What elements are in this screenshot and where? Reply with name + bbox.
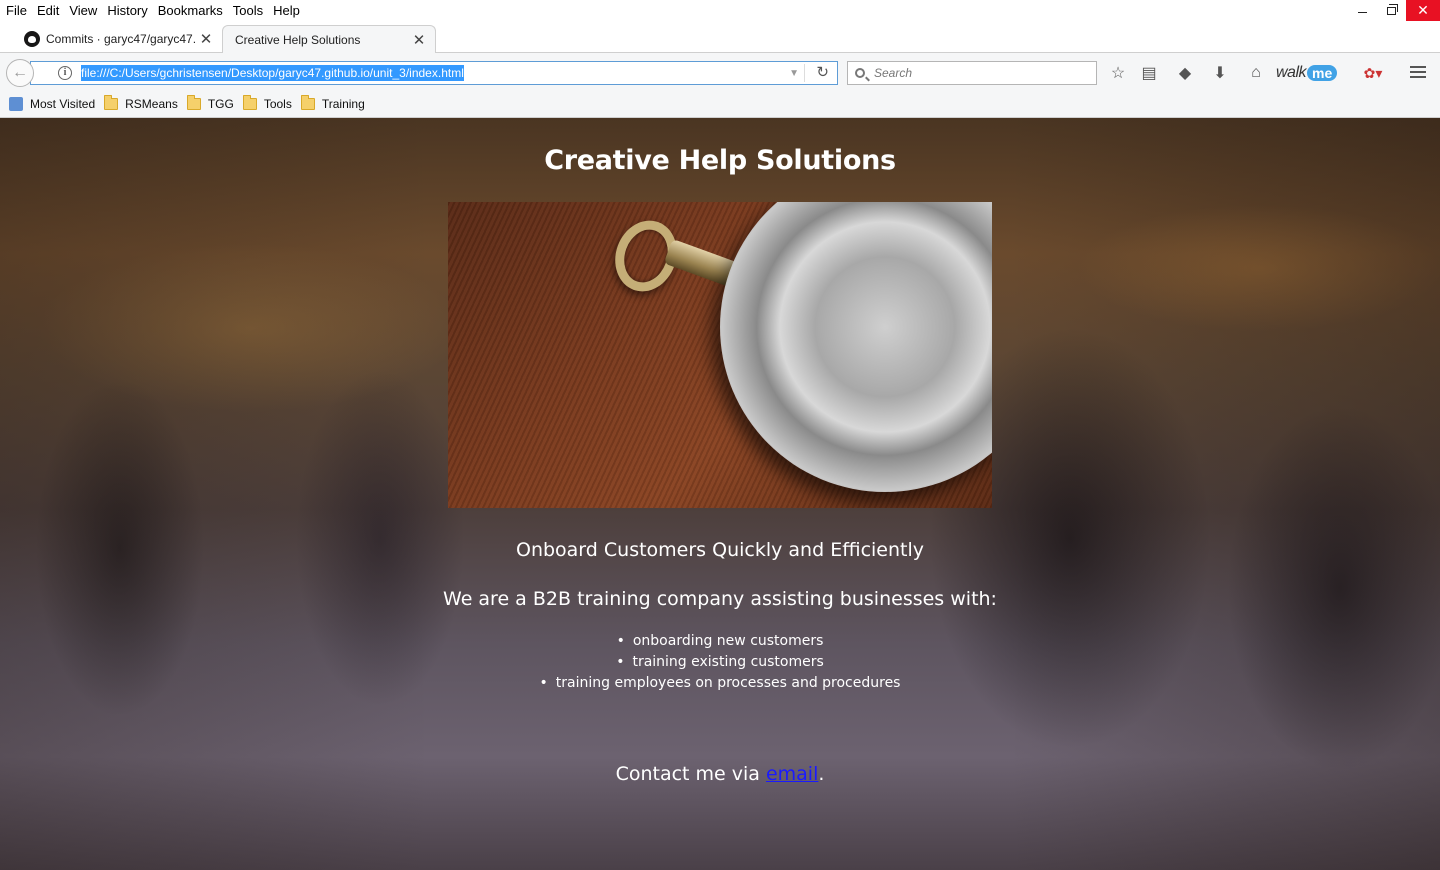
search-icon: [855, 68, 865, 78]
page-content: Creative Help Solutions Onboard Customer…: [0, 144, 1440, 786]
hero-pocket-watch-image: [448, 202, 992, 508]
folder-icon: [242, 95, 257, 110]
bookmark-tgg[interactable]: TGG: [186, 95, 234, 111]
folder-icon: [300, 95, 315, 110]
reading-list-icon[interactable]: ▤: [1139, 64, 1159, 82]
page-title: Creative Help Solutions: [544, 145, 896, 176]
window-controls: ✕: [1348, 0, 1440, 21]
menu-view[interactable]: View: [64, 0, 102, 21]
reload-icon[interactable]: ↻: [816, 63, 829, 81]
info-icon[interactable]: i: [58, 66, 72, 80]
url-bar[interactable]: i file:///C:/Users/gchristensen/Desktop/…: [30, 61, 838, 85]
restore-button[interactable]: [1377, 0, 1406, 21]
navigation-bar: ← i file:///C:/Users/gchristensen/Deskto…: [0, 53, 1440, 91]
page-subtitle: Onboard Customers Quickly and Efficientl…: [515, 539, 924, 561]
lastpass-icon[interactable]: ✿▾: [1358, 64, 1388, 82]
tab-strip: Commits · garyc47/garyc47. ✕ Creative He…: [0, 21, 1440, 70]
bookmark-label: RSMeans: [125, 97, 178, 111]
menu-edit[interactable]: Edit: [32, 0, 64, 21]
bookmark-star-icon[interactable]: ☆: [1108, 64, 1128, 82]
services-list: onboarding new customers training existi…: [0, 631, 1440, 694]
folder-icon: [104, 95, 119, 110]
close-window-button[interactable]: ✕: [1406, 0, 1440, 21]
back-button[interactable]: ←: [6, 59, 34, 87]
bookmark-tools[interactable]: Tools: [242, 95, 292, 111]
walkme-badge: me: [1307, 65, 1338, 81]
list-item: training employees on processes and proc…: [0, 673, 1440, 694]
tab-title: Creative Help Solutions: [235, 33, 361, 47]
tab-title: Commits · garyc47/garyc47.: [46, 32, 197, 46]
pocket-icon[interactable]: ◆: [1175, 64, 1195, 82]
restore-icon: [1387, 3, 1398, 15]
watch-face: [720, 202, 992, 492]
tab-creative-help-solutions[interactable]: Creative Help Solutions ✕: [222, 25, 436, 54]
contact-prefix: Contact me via: [615, 763, 766, 785]
contact-line: Contact me via email.: [0, 762, 1440, 786]
bookmark-label: TGG: [207, 97, 234, 111]
close-tab-icon[interactable]: ✕: [411, 31, 427, 49]
bookmarks-bar: Most Visited RSMeans TGG Tools Training: [0, 91, 1440, 118]
bookmark-label: Tools: [263, 97, 292, 111]
close-tab-icon[interactable]: ✕: [198, 30, 214, 48]
bookmark-most-visited[interactable]: Most Visited: [9, 97, 95, 111]
list-item: training existing customers: [0, 652, 1440, 673]
url-separator: [804, 64, 805, 82]
home-icon[interactable]: ⌂: [1246, 64, 1266, 82]
email-link[interactable]: email: [766, 763, 818, 785]
bookmark-training[interactable]: Training: [300, 95, 365, 111]
bookmark-rsmeans[interactable]: RSMeans: [104, 95, 178, 111]
menu-history[interactable]: History: [102, 0, 152, 21]
minimize-icon: [1358, 12, 1367, 13]
minimize-button[interactable]: [1348, 0, 1377, 21]
history-dropdown-icon[interactable]: ▼: [789, 68, 799, 79]
list-item: onboarding new customers: [0, 631, 1440, 652]
url-text[interactable]: file:///C:/Users/gchristensen/Desktop/ga…: [81, 65, 464, 81]
most-visited-icon: [9, 97, 23, 111]
folder-icon: [186, 95, 201, 110]
menu-bar: File Edit View History Bookmarks Tools H…: [0, 0, 1440, 21]
menu-help[interactable]: Help: [268, 0, 305, 21]
github-icon: [24, 31, 40, 47]
intro-text: We are a B2B training company assisting …: [443, 588, 997, 610]
back-arrow-icon: ←: [12, 64, 28, 81]
search-input[interactable]: [874, 66, 1074, 80]
close-icon: ✕: [1417, 2, 1429, 18]
page-viewport[interactable]: Creative Help Solutions Onboard Customer…: [0, 118, 1440, 870]
bookmark-label: Training: [321, 97, 365, 111]
menu-bookmarks[interactable]: Bookmarks: [153, 0, 228, 21]
search-bar[interactable]: [847, 61, 1097, 85]
tab-commits[interactable]: Commits · garyc47/garyc47. ✕: [14, 25, 222, 53]
menu-file[interactable]: File: [0, 0, 32, 21]
walkme-button[interactable]: walk me: [1276, 62, 1338, 84]
menu-tools[interactable]: Tools: [228, 0, 268, 21]
contact-suffix: .: [818, 763, 825, 785]
walkme-label: walk: [1276, 64, 1307, 81]
downloads-icon[interactable]: ⬇: [1210, 64, 1230, 82]
menu-hamburger-icon[interactable]: [1410, 66, 1426, 81]
bookmark-label: Most Visited: [30, 97, 96, 111]
